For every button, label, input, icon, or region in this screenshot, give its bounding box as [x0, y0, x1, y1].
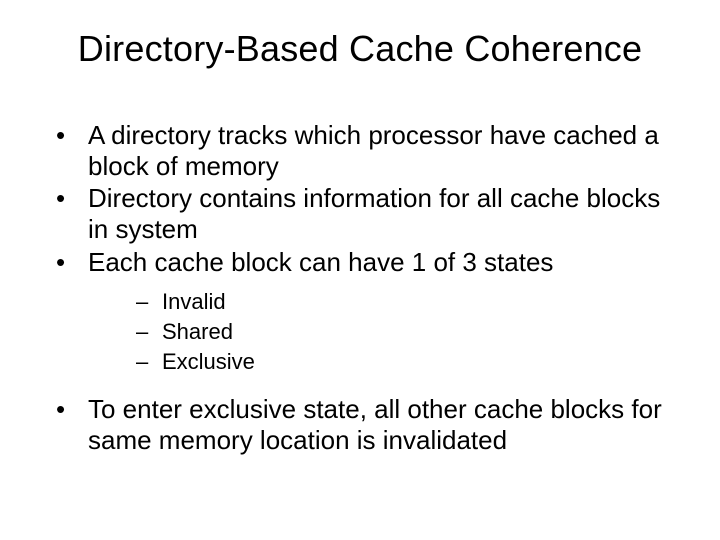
- sub-bullet-item: Invalid: [136, 287, 680, 317]
- sub-bullet-text: Shared: [162, 319, 233, 344]
- bullet-text: To enter exclusive state, all other cach…: [88, 394, 662, 455]
- slide: Directory-Based Cache Coherence A direct…: [0, 0, 720, 540]
- bullet-text: Directory contains information for all c…: [88, 183, 660, 244]
- bullet-item: Directory contains information for all c…: [48, 183, 680, 244]
- bullet-item: To enter exclusive state, all other cach…: [48, 394, 680, 455]
- bullet-item: Each cache block can have 1 of 3 states …: [48, 247, 680, 377]
- sub-bullet-item: Exclusive: [136, 347, 680, 377]
- bullet-list: A directory tracks which processor have …: [48, 120, 680, 456]
- sub-bullet-text: Exclusive: [162, 349, 255, 374]
- sub-bullet-item: Shared: [136, 317, 680, 347]
- bullet-text: Each cache block can have 1 of 3 states: [88, 247, 553, 277]
- sub-bullet-text: Invalid: [162, 289, 226, 314]
- bullet-text: A directory tracks which processor have …: [88, 120, 659, 181]
- sub-bullet-list: Invalid Shared Exclusive: [136, 287, 680, 376]
- slide-title: Directory-Based Cache Coherence: [40, 28, 680, 70]
- bullet-item: A directory tracks which processor have …: [48, 120, 680, 181]
